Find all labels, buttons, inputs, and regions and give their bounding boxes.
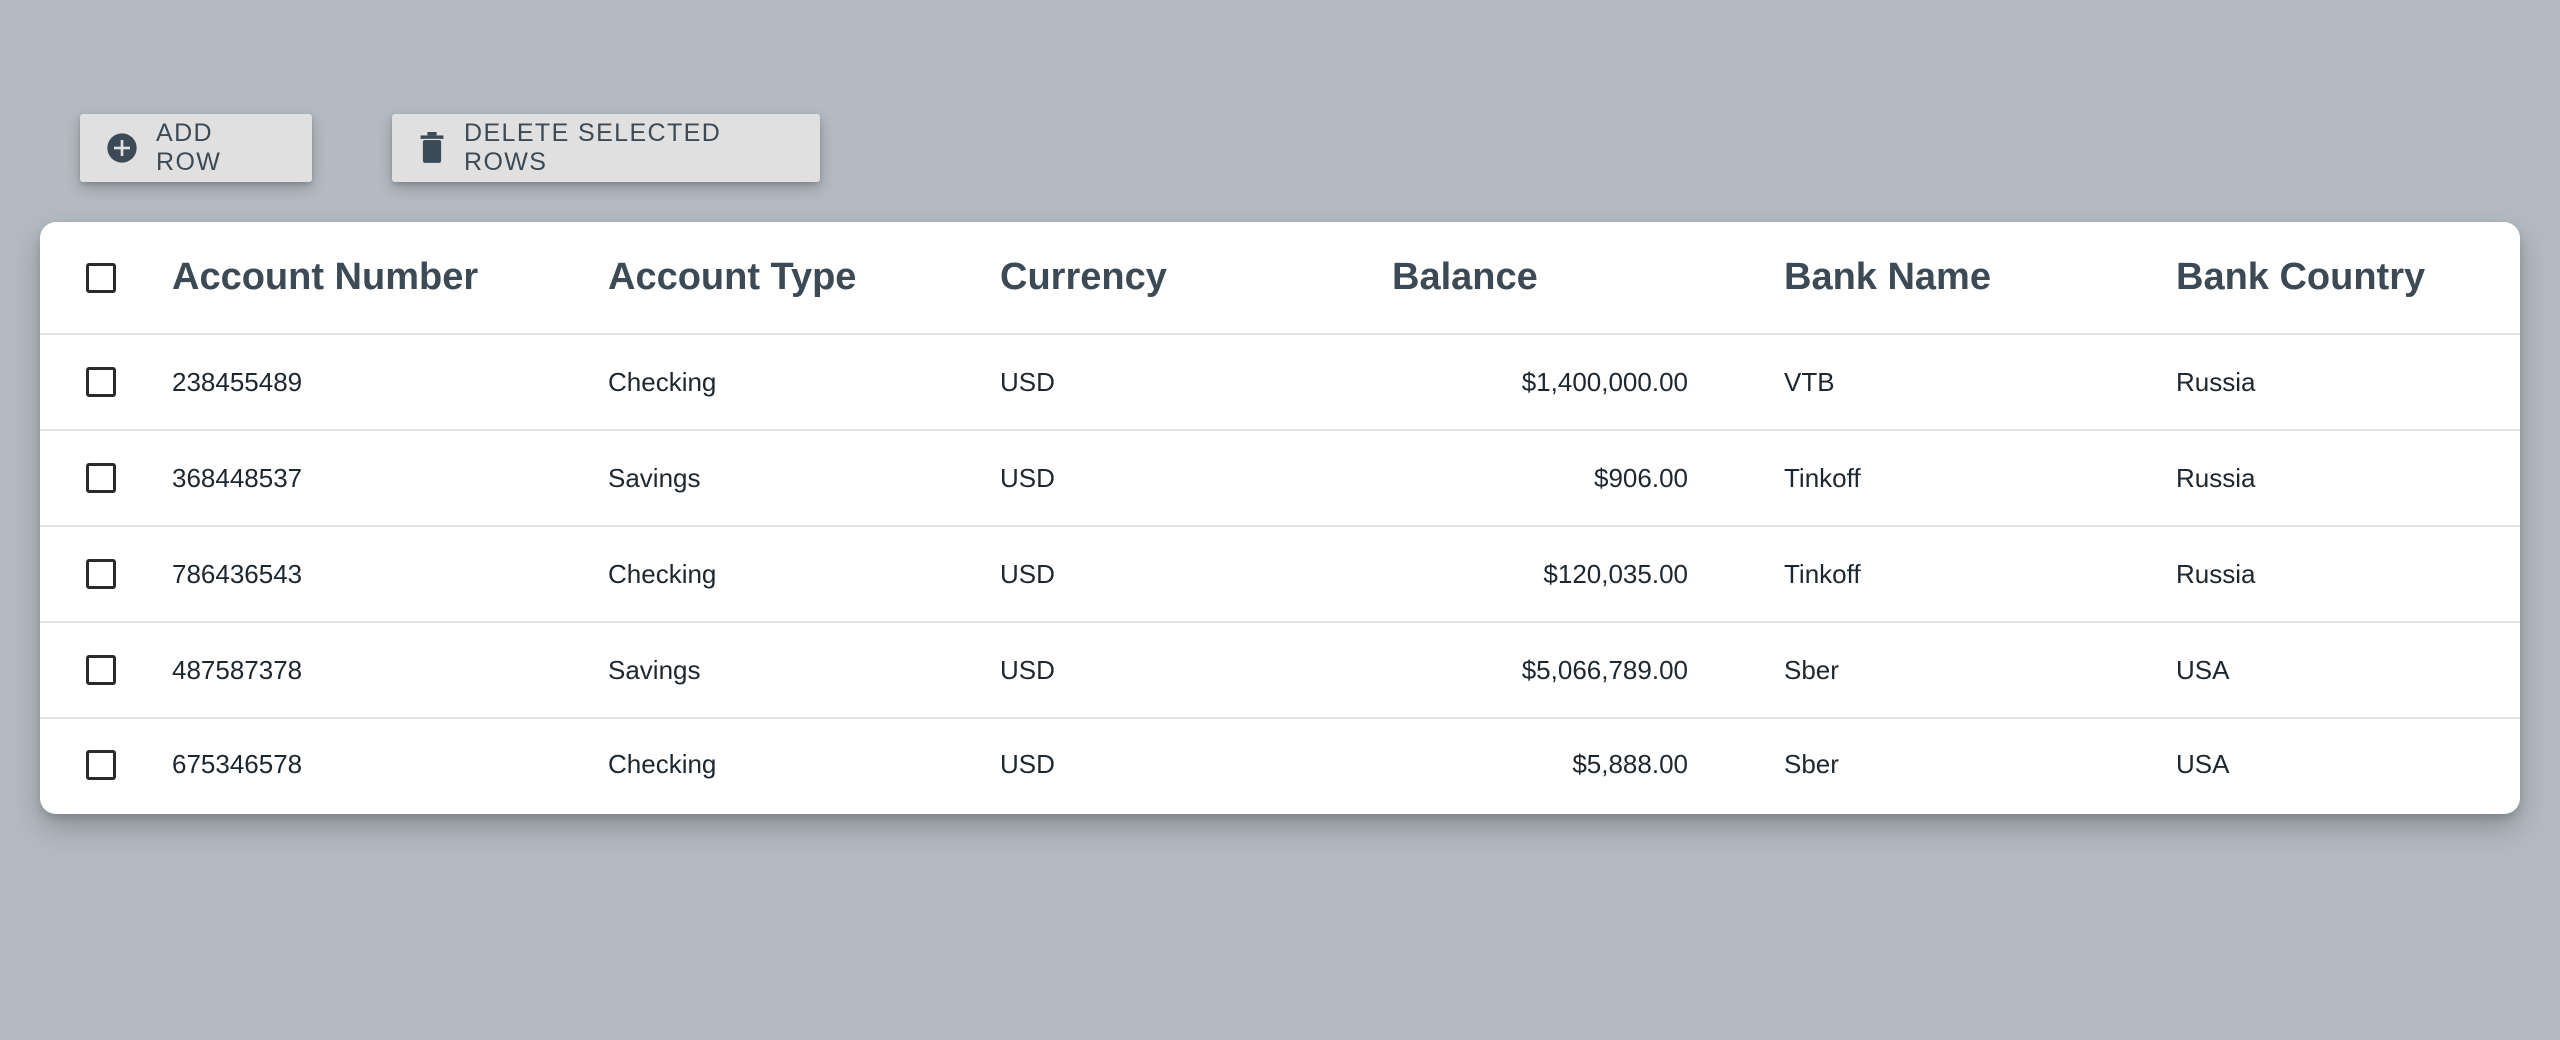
balance-cell: $120,035.00: [1392, 526, 1784, 623]
delete-selected-rows-label: DELETE SELECTED ROWS: [464, 119, 722, 176]
select-all-cell: [40, 222, 172, 335]
account-number-cell: 786436543: [172, 526, 608, 623]
bank-country-cell: Russia: [2176, 334, 2520, 431]
balance-cell: $906.00: [1392, 430, 1784, 527]
currency-cell: USD: [1000, 622, 1392, 719]
delete-selected-rows-button[interactable]: DELETE SELECTED ROWS: [392, 114, 820, 182]
bank-country-cell: Russia: [2176, 430, 2520, 527]
account-type-cell: Checking: [608, 334, 1000, 431]
add-row-label: ADD ROW: [156, 119, 222, 176]
account-number-cell: 487587378: [172, 622, 608, 719]
table-row[interactable]: 786436543 Checking USD $120,035.00 Tinko…: [40, 526, 2520, 623]
row-checkbox[interactable]: [86, 367, 116, 397]
bank-name-cell: Tinkoff: [1784, 430, 2176, 527]
row-select-cell: [40, 718, 172, 810]
table-header-row: Account Number Account Type Currency Bal…: [40, 222, 2520, 335]
column-header-bank-country[interactable]: Bank Country: [2176, 222, 2520, 335]
account-number-cell: 368448537: [172, 430, 608, 527]
column-header-currency[interactable]: Currency: [1000, 222, 1392, 335]
bank-name-cell: VTB: [1784, 334, 2176, 431]
bank-country-cell: Russia: [2176, 526, 2520, 623]
select-all-checkbox[interactable]: [86, 262, 116, 293]
bank-name-cell: Sber: [1784, 749, 1839, 779]
table-row[interactable]: 675346578 Checking USD $5,888.00 Sber US…: [40, 718, 2520, 810]
table-row[interactable]: 238455489 Checking USD $1,400,000.00 VTB…: [40, 334, 2520, 431]
bank-country-cell: USA: [2176, 622, 2520, 719]
currency-cell: USD: [1000, 334, 1392, 431]
currency-cell: USD: [1000, 430, 1392, 527]
table-row[interactable]: 368448537 Savings USD $906.00 Tinkoff Ru…: [40, 430, 2520, 527]
currency-cell: USD: [1000, 749, 1055, 779]
accounts-table: Account Number Account Type Currency Bal…: [40, 222, 2520, 814]
row-select-cell: [40, 334, 172, 431]
column-header-bank-name[interactable]: Bank Name: [1784, 222, 2176, 335]
account-type-cell: Checking: [608, 526, 1000, 623]
account-type-cell: Checking: [608, 749, 717, 779]
account-type-cell: Savings: [608, 622, 1000, 719]
row-checkbox[interactable]: [86, 749, 116, 780]
row-checkbox[interactable]: [86, 655, 116, 685]
balance-cell: $1,400,000.00: [1392, 334, 1784, 431]
trash-icon: [418, 132, 446, 164]
add-row-button[interactable]: ADD ROW: [80, 114, 312, 182]
row-select-cell: [40, 622, 172, 719]
account-number-cell: 675346578: [172, 749, 303, 779]
bank-name-cell: Tinkoff: [1784, 526, 2176, 623]
row-checkbox[interactable]: [86, 559, 116, 589]
column-header-balance[interactable]: Balance: [1392, 222, 1784, 335]
account-number-cell: 238455489: [172, 334, 608, 431]
toolbar: ADD ROW DELETE SELECTED ROWS: [80, 114, 820, 182]
balance-cell: $5,888.00: [1572, 749, 1688, 779]
column-header-account-type[interactable]: Account Type: [608, 222, 1000, 335]
bank-name-cell: Sber: [1784, 622, 2176, 719]
table-row[interactable]: 487587378 Savings USD $5,066,789.00 Sber…: [40, 622, 2520, 719]
balance-cell: $5,066,789.00: [1392, 622, 1784, 719]
row-checkbox[interactable]: [86, 463, 116, 493]
row-select-cell: [40, 526, 172, 623]
column-header-account-number[interactable]: Account Number: [172, 222, 608, 335]
bank-country-cell: USA: [2176, 749, 2230, 779]
plus-circle-icon: [106, 132, 138, 164]
currency-cell: USD: [1000, 526, 1392, 623]
row-select-cell: [40, 430, 172, 527]
account-type-cell: Savings: [608, 430, 1000, 527]
